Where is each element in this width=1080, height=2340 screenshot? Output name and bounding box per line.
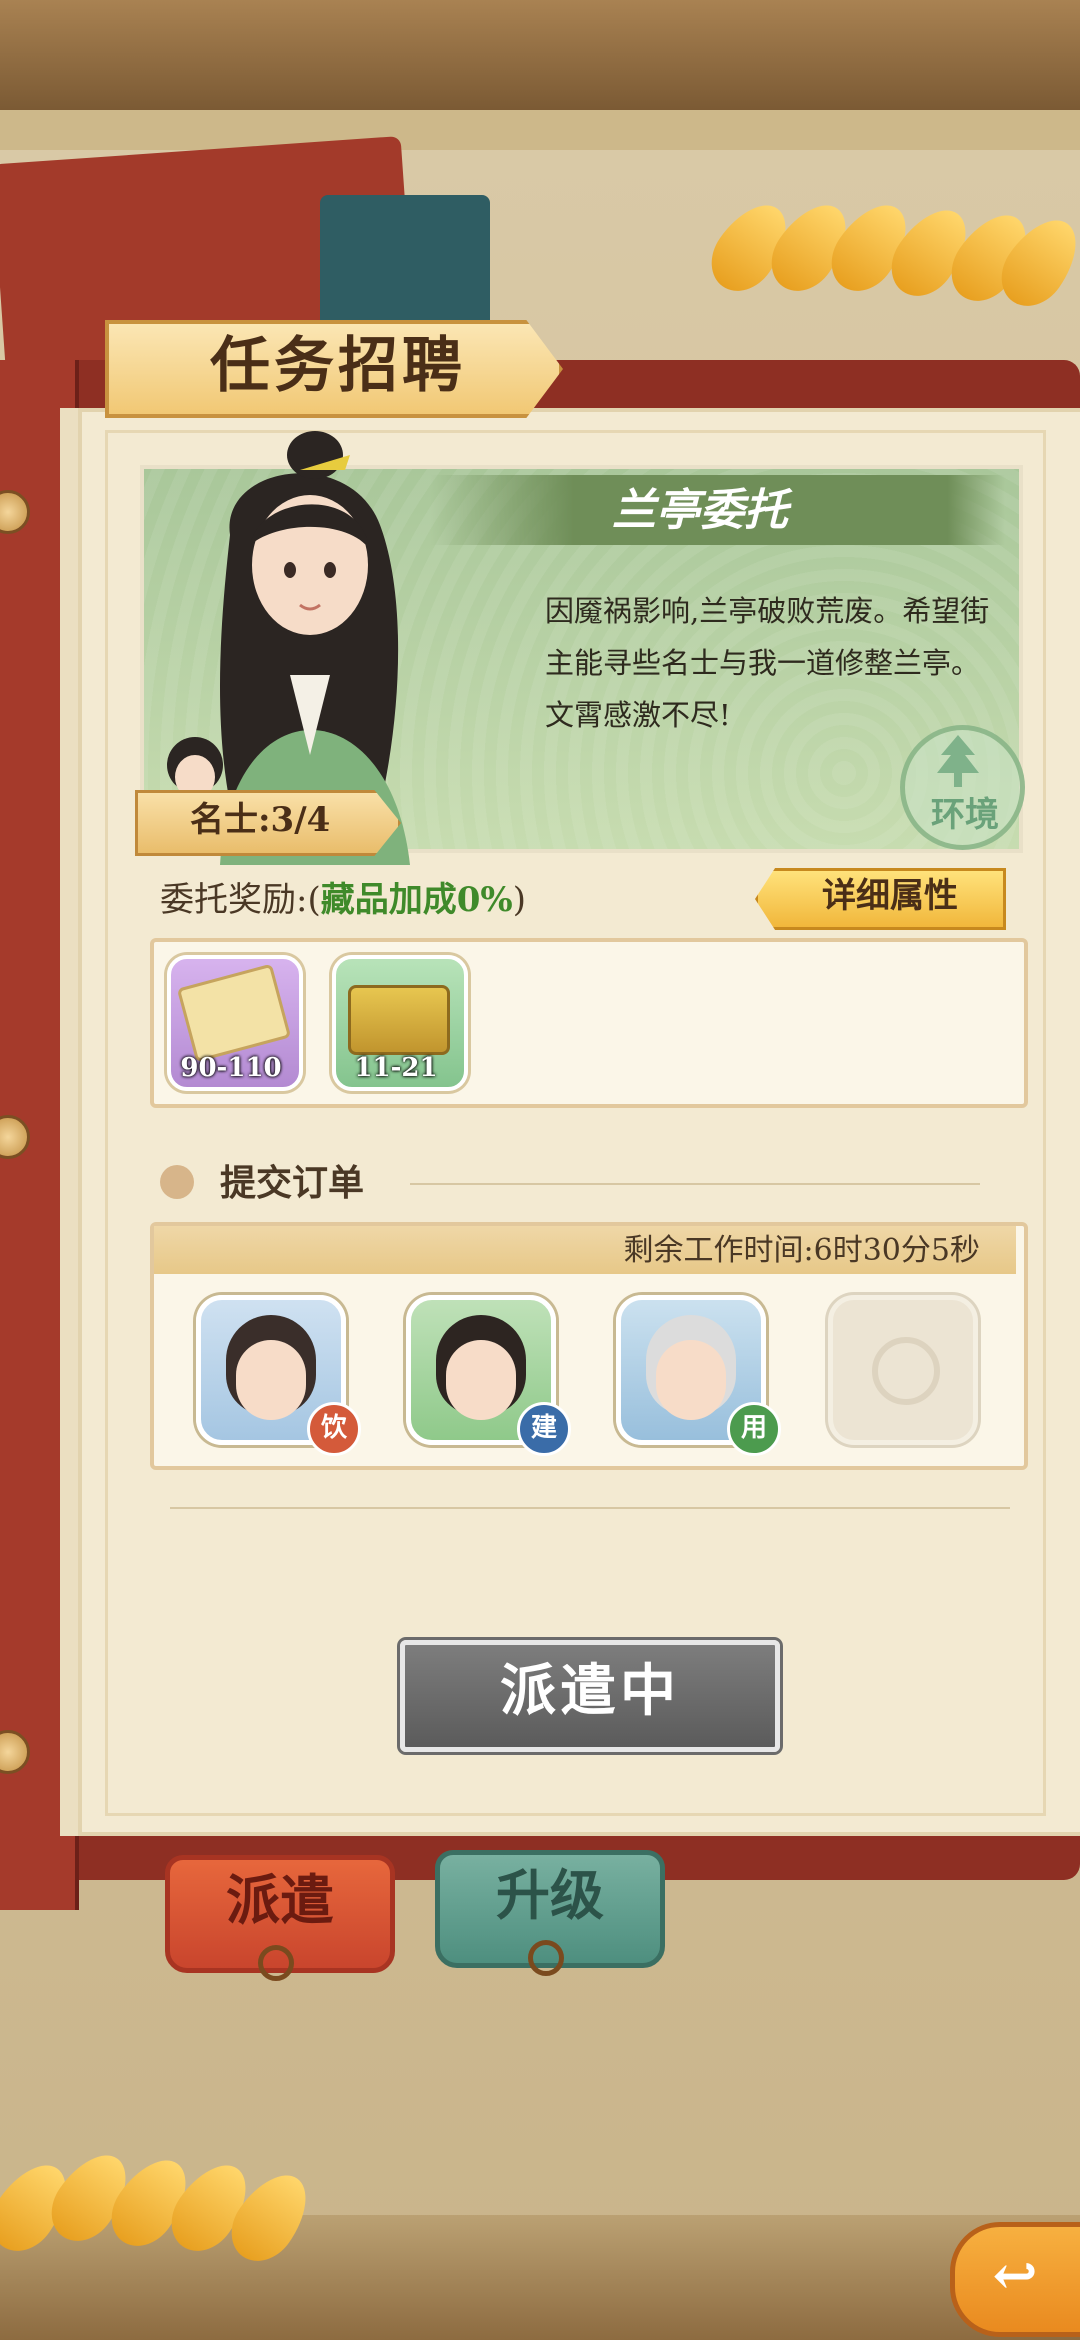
detail-attributes-label[interactable]: 详细属性: [790, 870, 990, 922]
submit-order-title: 提交订单: [220, 1162, 365, 1204]
description-line: 文霄感激不尽!: [545, 698, 731, 732]
build-badge: 建: [517, 1402, 571, 1456]
dispatching-label[interactable]: 派遣中: [400, 1640, 780, 1742]
tab-ring: [258, 1945, 294, 1981]
face: [656, 1340, 726, 1420]
chest-reward-range: 11-21: [354, 1053, 438, 1083]
collection-bonus: 藏品加成0%: [320, 880, 513, 920]
scholar-count: 名士:3/4: [190, 800, 331, 840]
chest-icon: [348, 985, 450, 1055]
description-line: 主能寻些名士与我一道修整兰亭。: [545, 646, 981, 680]
page-divider: [170, 1507, 1010, 1509]
reward-label-prefix: 委托奖励:(: [160, 880, 321, 920]
use-badge: 用: [727, 1402, 781, 1456]
reward-label: 委托奖励:(藏品加成0%): [160, 875, 580, 925]
face: [446, 1340, 516, 1420]
remaining-work-time: 剩余工作时间:6时30分5秒: [623, 1233, 980, 1268]
tree-icon: [937, 735, 979, 787]
reward-label-suffix: ): [512, 880, 526, 920]
environment-badge-label: 环境: [931, 795, 999, 835]
empty-slot-icon: [872, 1337, 940, 1405]
tab-upgrade-label[interactable]: 升级: [440, 1850, 660, 1940]
top-shadow: [0, 110, 1080, 150]
face: [236, 1340, 306, 1420]
description-line: 因魇祸影响,兰亭破败荒废。希望街: [545, 594, 990, 628]
back-arrow-icon[interactable]: ↩: [985, 2245, 1045, 2305]
section-divider: [410, 1183, 980, 1185]
commission-description: 因魇祸影响,兰亭破败荒废。希望街 主能寻些名士与我一道修整兰亭。 文霄感激不尽!: [545, 585, 990, 745]
page-title: 任务招聘: [210, 331, 466, 401]
scroll-reward-range: 90-110: [180, 1053, 282, 1083]
flower-icon: [160, 1165, 194, 1199]
top-wood-band: [0, 0, 1080, 110]
drink-badge: 饮: [307, 1402, 361, 1456]
commission-title: 兰亭委托: [612, 485, 788, 536]
tab-dispatch-label[interactable]: 派遣: [170, 1855, 390, 1945]
tab-ring: [528, 1940, 564, 1976]
